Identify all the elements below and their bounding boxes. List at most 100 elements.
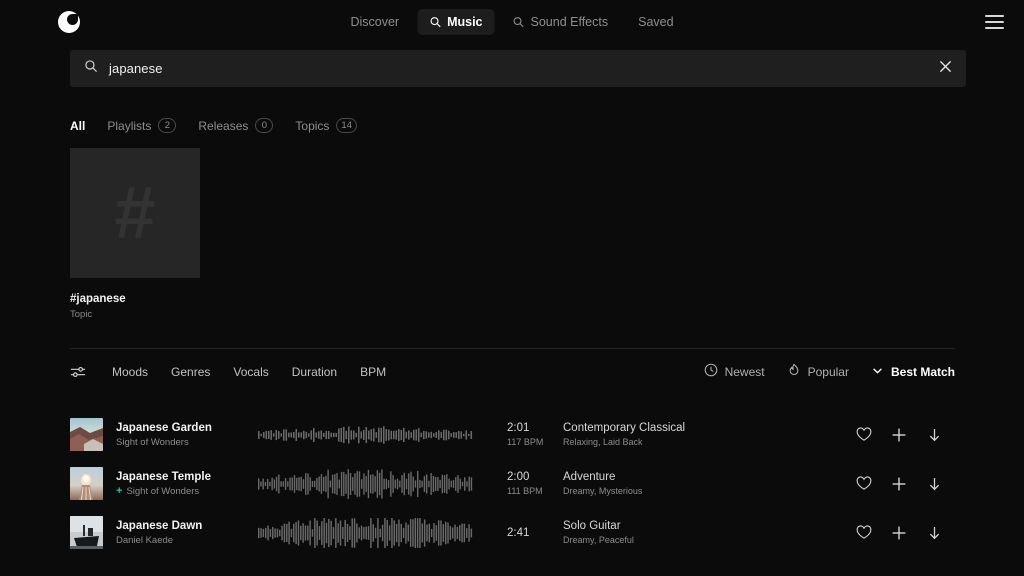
filter-duration[interactable]: Duration: [292, 365, 337, 379]
track-waveform[interactable]: [258, 468, 473, 499]
result-tab-count: 0: [255, 118, 274, 133]
track-artist-line: Sight of Wonders: [116, 437, 258, 448]
track-genre[interactable]: Solo Guitar: [563, 520, 821, 532]
track-bpm: 117 BPM: [507, 437, 544, 447]
search-icon: [513, 16, 525, 28]
like-icon[interactable]: [856, 525, 872, 541]
result-tab-label: Playlists: [107, 118, 152, 133]
add-icon[interactable]: [891, 525, 907, 541]
filter-group: Moods Genres Vocals Duration BPM: [70, 365, 386, 379]
track-title[interactable]: Japanese Temple: [116, 471, 258, 483]
filter-vocals[interactable]: Vocals: [233, 365, 268, 379]
track-row[interactable]: Japanese Dawn Daniel Kaede 2:41 Solo Guitar…: [70, 508, 955, 557]
track-info: Japanese Garden Sight of Wonders: [103, 422, 258, 448]
track-genre-block: Contemporary Classical Relaxing, Laid Bac…: [551, 422, 821, 447]
track-duration-block: 2:01 117 BPM: [473, 422, 551, 447]
track-duration: 2:01: [507, 422, 530, 434]
top-navigation-bar: Discover Music Sound Effects Saved: [0, 0, 1024, 43]
track-duration: 2:41: [507, 526, 530, 539]
flame-icon: [787, 363, 801, 380]
epidemic-sound-logo[interactable]: [58, 10, 80, 33]
track-artist[interactable]: Sight of Wonders: [126, 486, 199, 497]
track-title[interactable]: Japanese Dawn: [116, 520, 258, 532]
track-genre[interactable]: Adventure: [563, 471, 821, 483]
filter-sort-bar: Moods Genres Vocals Duration BPM Newest Popul…: [70, 363, 955, 380]
result-tab-topics[interactable]: Topics 14: [295, 118, 357, 133]
result-tab-playlists[interactable]: Playlists 2: [107, 118, 177, 133]
filter-moods[interactable]: Moods: [112, 365, 148, 379]
nav-item-label: Discover: [350, 14, 400, 29]
sliders-icon[interactable]: [70, 365, 86, 379]
track-duration: 2:00: [507, 471, 530, 483]
track-waveform[interactable]: [258, 420, 473, 450]
hamburger-line: [985, 26, 1004, 29]
nav-item-label: Saved: [638, 14, 674, 29]
track-genre-block: Adventure Dreamy, Mysterious: [551, 471, 821, 496]
download-icon[interactable]: [926, 476, 942, 492]
download-icon[interactable]: [926, 525, 942, 541]
nav-item-sound-effects[interactable]: Sound Effects: [501, 9, 621, 35]
close-icon[interactable]: [939, 60, 952, 78]
track-row[interactable]: Japanese Garden Sight of Wonders 2:01 117 B…: [70, 410, 955, 459]
like-icon[interactable]: [856, 427, 872, 443]
track-info: Japanese Temple + Sight of Wonders: [103, 471, 258, 497]
search-input[interactable]: japanese: [109, 61, 939, 76]
track-moods: Dreamy, Mysterious: [563, 486, 643, 496]
topic-thumbnail[interactable]: #: [70, 148, 200, 278]
search-icon: [429, 16, 441, 28]
filter-genres[interactable]: Genres: [171, 365, 210, 379]
track-moods: Relaxing, Laid Back: [563, 437, 643, 447]
album-art-japanese-temple[interactable]: [70, 467, 103, 500]
track-duration-block: 2:00 111 BPM: [473, 471, 551, 496]
track-artist[interactable]: Sight of Wonders: [116, 437, 189, 448]
track-actions: [856, 525, 955, 541]
sort-label: Best Match: [890, 364, 955, 379]
download-icon[interactable]: [926, 427, 942, 443]
track-waveform[interactable]: [258, 517, 473, 548]
result-tab-count: 14: [336, 118, 357, 133]
add-icon[interactable]: [891, 476, 907, 492]
track-artist-line: + Sight of Wonders: [116, 484, 258, 497]
track-row[interactable]: Japanese Temple + Sight of Wonders 2:00 111 …: [70, 459, 955, 508]
nav-item-discover[interactable]: Discover: [338, 9, 411, 35]
track-bpm: 111 BPM: [507, 486, 543, 496]
like-icon[interactable]: [856, 476, 872, 492]
track-title[interactable]: Japanese Garden: [116, 422, 258, 434]
search-bar[interactable]: japanese: [70, 50, 966, 87]
hamburger-icon[interactable]: [985, 14, 1004, 29]
sort-newest[interactable]: Newest: [704, 363, 765, 380]
album-art-japanese-dawn[interactable]: [70, 516, 103, 549]
result-tab-all[interactable]: All: [70, 119, 85, 133]
filter-chips: Moods Genres Vocals Duration BPM: [112, 365, 386, 379]
hashtag-icon: #: [114, 171, 156, 254]
track-moods: Dreamy, Peaceful: [563, 535, 634, 545]
track-actions: [856, 427, 955, 443]
result-tab-label: Topics: [295, 118, 330, 133]
album-art-japanese-garden[interactable]: [70, 418, 103, 451]
sort-best-match[interactable]: Best Match: [871, 364, 955, 380]
filter-bpm[interactable]: BPM: [360, 365, 386, 379]
nav-item-saved[interactable]: Saved: [626, 9, 685, 35]
track-info: Japanese Dawn Daniel Kaede: [103, 520, 258, 546]
primary-nav: Discover Music Sound Effects Saved: [338, 8, 685, 35]
plus-badge-icon: +: [116, 484, 123, 497]
topic-result-card[interactable]: # #japanese Topic: [70, 148, 200, 320]
track-artist[interactable]: Daniel Kaede: [116, 535, 173, 546]
track-artist-line: Daniel Kaede: [116, 535, 258, 546]
track-genre[interactable]: Contemporary Classical: [563, 422, 821, 434]
result-tab-releases[interactable]: Releases 0: [198, 118, 274, 133]
search-icon: [84, 59, 98, 78]
nav-item-music[interactable]: Music: [417, 8, 495, 35]
sort-popular[interactable]: Popular: [787, 363, 849, 380]
app-root: Discover Music Sound Effects Saved japanese…: [0, 0, 1024, 576]
result-tab-label: Releases: [198, 118, 249, 133]
chevron-down-icon: [871, 364, 884, 380]
track-list: Japanese Garden Sight of Wonders 2:01 117 B…: [70, 410, 955, 557]
result-tab-label: All: [70, 118, 86, 133]
track-duration-block: 2:41: [473, 527, 551, 539]
add-icon[interactable]: [891, 427, 907, 443]
track-genre-block: Solo Guitar Dreamy, Peaceful: [551, 520, 821, 545]
nav-item-label: Music: [447, 14, 483, 29]
nav-item-label: Sound Effects: [530, 14, 609, 29]
topic-subtitle: Topic: [70, 309, 93, 320]
